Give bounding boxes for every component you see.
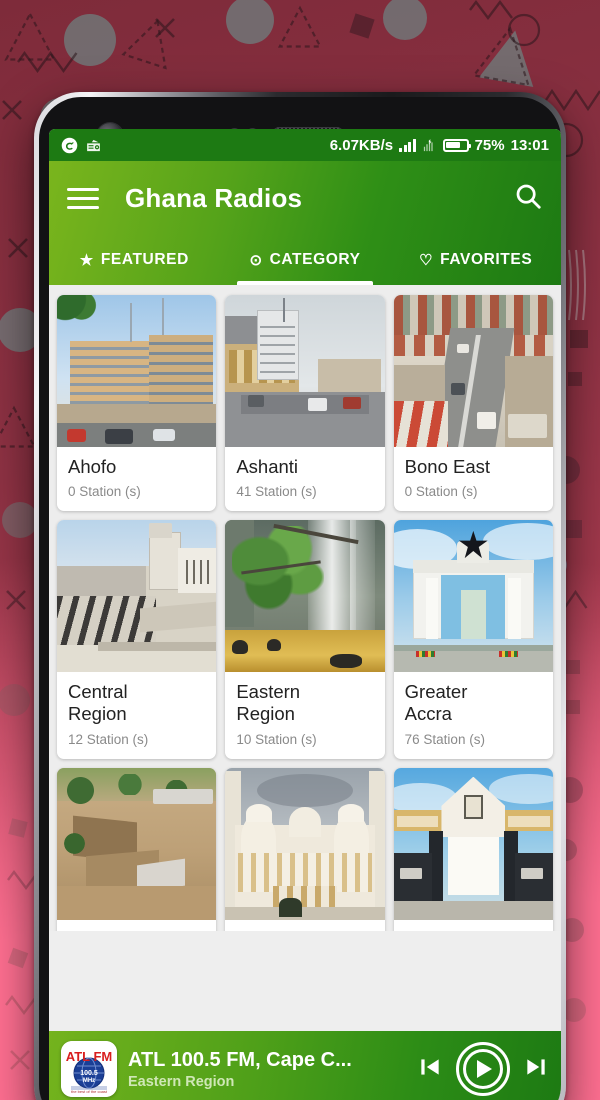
category-name: Ahofo — [68, 456, 117, 477]
player-controls — [417, 1042, 549, 1096]
category-station-count: 0 Station (s) — [404, 484, 478, 500]
tab-bar: ★ FEATURED ⊙ CATEGORY ♡ FAVORITES — [49, 235, 561, 285]
category-station-count: 76 Station (s) — [404, 731, 485, 747]
target-circle-icon: ⊙ — [249, 251, 263, 269]
svg-text:100.5: 100.5 — [80, 1070, 98, 1077]
data-speed-text: 6.07KB/s — [329, 136, 394, 154]
heart-outline-icon: ♡ — [419, 251, 434, 269]
category-card-info: Greater Accra 76 Station (s) — [394, 672, 553, 758]
category-name: Greater Accra — [404, 681, 468, 725]
tab-favorites-label: FAVORITES — [440, 251, 533, 268]
tab-favorites[interactable]: ♡ FAVORITES — [390, 235, 561, 285]
radio-icon — [87, 139, 100, 151]
phone-screen: 6.07KB/s 75% 13:01 Ghana Radios ★ FEATUR… — [49, 129, 561, 1100]
category-station-count: 10 Station (s) — [236, 731, 317, 747]
now-playing-text: ATL 100.5 FM, Cape C... Eastern Region — [128, 1049, 406, 1090]
category-card-info: Ahofo 0 Station (s) — [57, 447, 216, 511]
college-of-education-gate-photo — [393, 767, 553, 920]
waterfall-trees-photo — [225, 520, 385, 673]
tab-category[interactable]: ⊙ CATEGORY — [220, 235, 391, 285]
hamburger-menu-icon[interactable] — [67, 182, 99, 215]
tab-featured[interactable]: ★ FEATURED — [49, 235, 220, 285]
atl-fm-station-logo: ATL FM 100.5 MHz the best of the coast — [61, 1041, 117, 1097]
signal-alt-icon — [423, 138, 433, 151]
now-playing-subtitle: Eastern Region — [128, 1073, 235, 1090]
category-card-info — [57, 920, 216, 931]
category-name: Eastern Region — [236, 681, 301, 725]
category-card[interactable]: Eastern Region 10 Station (s) — [225, 520, 385, 759]
category-grid[interactable]: Ahofo 0 Station (s) Ashanti 41 Station (… — [49, 285, 561, 931]
play-triangle — [477, 1060, 492, 1078]
category-card[interactable]: Ahofo 0 Station (s) — [57, 295, 217, 512]
white-domed-palace-photo — [225, 767, 385, 920]
play-icon[interactable] — [456, 1042, 510, 1096]
status-bar: 6.07KB/s 75% 13:01 — [49, 129, 561, 161]
category-name: Bono East — [404, 456, 491, 477]
category-card[interactable]: Greater Accra 76 Station (s) — [393, 520, 553, 759]
independence-arch-black-star-photo — [393, 520, 553, 673]
tab-featured-label: FEATURED — [100, 251, 189, 268]
cape-coast-castle-cannons-photo — [57, 520, 217, 673]
svg-text:the best of the coast: the best of the coast — [71, 1089, 108, 1094]
phone-bezel: 6.07KB/s 75% 13:01 Ghana Radios ★ FEATUR… — [39, 97, 561, 1100]
category-name: Central Region — [68, 681, 128, 725]
category-station-count: 41 Station (s) — [236, 484, 317, 500]
city-street-buildings-photo — [57, 295, 217, 447]
star-icon: ★ — [79, 251, 94, 269]
category-row: Ahofo 0 Station (s) Ashanti 41 Station (… — [57, 295, 553, 512]
signal-bars-icon — [399, 138, 416, 152]
category-card-info — [394, 920, 553, 931]
page-title: Ghana Radios — [125, 182, 303, 213]
category-card[interactable] — [393, 767, 553, 931]
aerial-road-market-photo — [393, 295, 553, 447]
tab-category-label: CATEGORY — [269, 251, 361, 268]
now-playing-title: ATL 100.5 FM, Cape C... — [128, 1048, 352, 1071]
category-card-info: Bono East 0 Station (s) — [394, 447, 553, 511]
skip-previous-icon[interactable] — [417, 1054, 443, 1085]
category-card[interactable] — [225, 767, 385, 931]
status-bar-indicators: 6.07KB/s 75% 13:01 — [330, 137, 549, 154]
category-name: Ashanti — [236, 456, 299, 477]
category-row-partial — [57, 767, 553, 931]
category-station-count: 0 Station (s) — [68, 484, 141, 500]
skip-next-icon[interactable] — [523, 1054, 549, 1085]
battery-percent-text: 75% — [474, 136, 505, 154]
category-card[interactable]: Bono East 0 Station (s) — [393, 295, 553, 512]
category-station-count: 12 Station (s) — [68, 731, 149, 747]
category-card-info — [225, 920, 384, 931]
category-card-info: Eastern Region 10 Station (s) — [225, 672, 384, 758]
clock-text: 13:01 — [510, 136, 549, 154]
category-row: Central Region 12 Station (s) Eastern Re… — [57, 520, 553, 759]
app-bar: Ghana Radios ★ FEATURED ⊙ CATEGORY ♡ FAV… — [49, 161, 561, 285]
colonial-street-photo — [225, 295, 385, 447]
category-card[interactable]: Central Region 12 Station (s) — [57, 520, 217, 759]
svg-text:ATL FM: ATL FM — [66, 1049, 112, 1064]
play-inner-ring — [463, 1049, 503, 1089]
category-card-info: Ashanti 41 Station (s) — [225, 447, 384, 511]
now-playing-bar[interactable]: ATL FM 100.5 MHz the best of the coast A… — [49, 1031, 561, 1100]
status-bar-notifications — [61, 137, 102, 154]
phone-device-frame: 6.07KB/s 75% 13:01 Ghana Radios ★ FEATUR… — [34, 92, 566, 1100]
search-icon[interactable] — [513, 181, 543, 216]
category-card[interactable] — [57, 767, 217, 931]
app-circle-icon — [61, 137, 78, 153]
svg-text:MHz: MHz — [83, 1078, 95, 1084]
battery-icon — [442, 138, 471, 152]
category-card[interactable]: Ashanti 41 Station (s) — [225, 295, 385, 512]
archaeological-ruins-photo — [57, 767, 217, 920]
app-bar-top-row: Ghana Radios — [49, 161, 561, 235]
category-card-info: Central Region 12 Station (s) — [57, 672, 216, 758]
